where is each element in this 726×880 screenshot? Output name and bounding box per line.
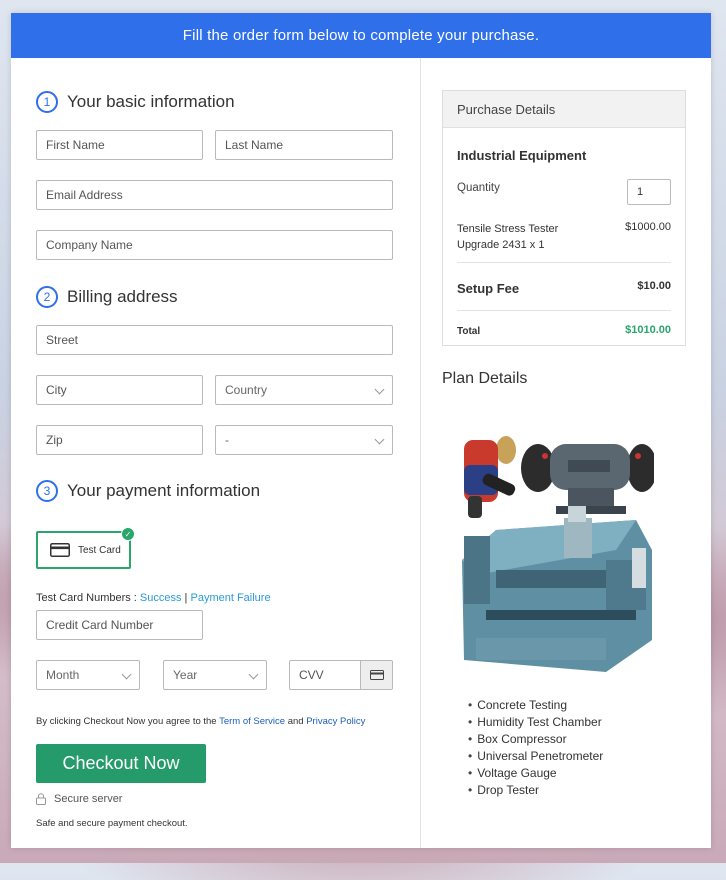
- product-name: Industrial Equipment: [457, 148, 587, 163]
- section-payment: 3 Your payment information: [36, 480, 260, 502]
- cvv-placeholder: CVV: [299, 668, 324, 682]
- item-line-1: Tensile Stress Tester: [457, 223, 559, 235]
- email-input[interactable]: Email Address: [36, 180, 393, 210]
- plan-feature: Universal Penetrometer: [468, 747, 603, 764]
- cvv-input[interactable]: CVV: [289, 660, 393, 690]
- month-value: Month: [46, 668, 80, 682]
- plan-details-title: Plan Details: [442, 370, 528, 387]
- year-value: Year: [173, 668, 198, 682]
- chevron-down-icon: [374, 384, 385, 395]
- item-price: $1000.00: [625, 221, 671, 233]
- secure-server-text: Secure server: [54, 793, 123, 805]
- item-line-2: Upgrade 2431 x 1: [457, 239, 545, 251]
- purchase-details-box: Purchase Details Industrial Equipment Qu…: [442, 90, 686, 346]
- section-billing: 2 Billing address: [36, 286, 178, 308]
- country-select[interactable]: Country: [215, 375, 393, 405]
- company-placeholder: Company Name: [46, 238, 133, 252]
- checkmark-icon: ✓: [121, 527, 135, 541]
- last-name-input[interactable]: Last Name: [215, 130, 393, 160]
- lock-icon: [36, 793, 46, 805]
- plan-feature: Drop Tester: [468, 781, 603, 798]
- secure-server: Secure server: [36, 793, 122, 805]
- city-placeholder: City: [46, 383, 67, 397]
- column-divider: [420, 58, 421, 848]
- company-input[interactable]: Company Name: [36, 230, 393, 260]
- zip-input[interactable]: Zip: [36, 425, 203, 455]
- step-number-2: 2: [36, 286, 58, 308]
- city-input[interactable]: City: [36, 375, 203, 405]
- test-card-label: Test Card: [78, 544, 121, 556]
- checkout-button-label: Checkout Now: [62, 753, 180, 773]
- year-select[interactable]: Year: [163, 660, 267, 690]
- terms-prefix: By clicking Checkout Now you agree to th…: [36, 716, 220, 727]
- month-select[interactable]: Month: [36, 660, 140, 690]
- country-value: Country: [225, 383, 268, 397]
- checkout-now-button[interactable]: Checkout Now: [36, 744, 206, 783]
- terms-and: and: [285, 716, 307, 727]
- chevron-down-icon: [374, 434, 385, 445]
- first-name-placeholder: First Name: [46, 138, 105, 152]
- step-number-1: 1: [36, 91, 58, 113]
- order-form-card: Fill the order form below to complete yo…: [11, 13, 711, 848]
- state-value: -: [225, 433, 229, 447]
- chevron-down-icon: [248, 669, 259, 680]
- privacy-policy-link[interactable]: Privacy Policy: [306, 716, 365, 727]
- industrial-equipment-image: [462, 436, 654, 672]
- terms-of-service-link[interactable]: Term of Service: [219, 716, 285, 727]
- section-basic-info: 1 Your basic information: [36, 91, 235, 113]
- cvv-card-icon: [360, 661, 392, 689]
- quantity-value: 1: [637, 186, 644, 198]
- section-title-payment: Your payment information: [67, 481, 261, 500]
- plan-features-list: Concrete Testing Humidity Test Chamber B…: [468, 696, 603, 798]
- step-number-3: 3: [36, 480, 58, 502]
- quantity-input[interactable]: 1: [627, 179, 671, 205]
- setup-fee-label: Setup Fee: [457, 281, 520, 296]
- card-number-placeholder: Credit Card Number: [46, 618, 154, 632]
- test-card-numbers-label: Test Card Numbers :: [36, 592, 140, 604]
- item-description: Tensile Stress Tester Upgrade 2431 x 1: [457, 221, 558, 253]
- divider-line: [457, 262, 671, 263]
- chevron-down-icon: [121, 669, 132, 680]
- zip-placeholder: Zip: [46, 433, 63, 447]
- divider-line: [457, 310, 671, 311]
- header-banner: Fill the order form below to complete yo…: [11, 13, 711, 58]
- safe-checkout-text: Safe and secure payment checkout.: [36, 818, 188, 829]
- state-select[interactable]: -: [215, 425, 393, 455]
- section-title-billing: Billing address: [67, 287, 178, 306]
- total-label: Total: [457, 326, 481, 337]
- plan-feature: Concrete Testing: [468, 696, 603, 713]
- purchase-details-header: Purchase Details: [443, 91, 685, 128]
- quantity-label: Quantity: [457, 182, 500, 194]
- street-placeholder: Street: [46, 333, 79, 347]
- total-price: $1010.00: [625, 324, 671, 336]
- test-card-option[interactable]: Test Card ✓: [36, 527, 135, 569]
- credit-card-icon: [50, 543, 70, 557]
- terms-text: By clicking Checkout Now you agree to th…: [36, 716, 365, 727]
- banner-text: Fill the order form below to complete yo…: [182, 27, 540, 44]
- plan-feature: Voltage Gauge: [468, 764, 603, 781]
- test-card-numbers: Test Card Numbers : Success | Payment Fa…: [36, 592, 271, 604]
- purchase-details-title: Purchase Details: [457, 101, 556, 117]
- last-name-placeholder: Last Name: [225, 138, 284, 152]
- credit-card-number-input[interactable]: Credit Card Number: [36, 610, 203, 640]
- plan-feature: Humidity Test Chamber: [468, 713, 603, 730]
- street-input[interactable]: Street: [36, 325, 393, 355]
- email-placeholder: Email Address: [46, 188, 123, 202]
- plan-feature: Box Compressor: [468, 730, 603, 747]
- first-name-input[interactable]: First Name: [36, 130, 203, 160]
- setup-fee-price: $10.00: [637, 280, 671, 292]
- payment-failure-link[interactable]: Payment Failure: [190, 592, 270, 604]
- section-title-basic: Your basic information: [67, 92, 235, 111]
- success-link[interactable]: Success: [140, 592, 182, 604]
